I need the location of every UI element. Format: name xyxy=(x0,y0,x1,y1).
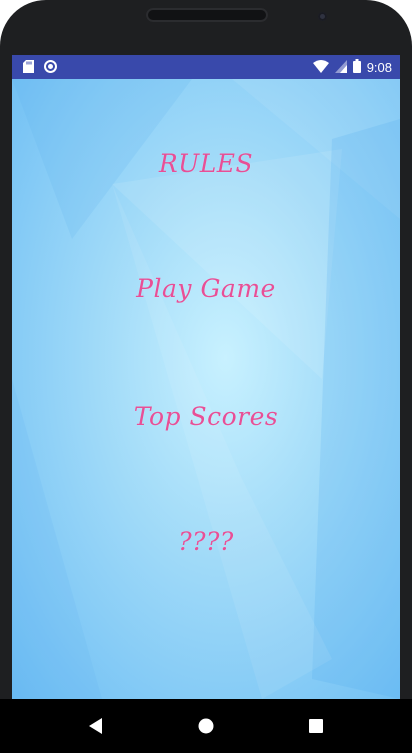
phone-frame: 9:08 RULES Play Game Top Scores ???? xyxy=(0,0,412,753)
sync-icon xyxy=(44,60,57,76)
clock-time: 9:08 xyxy=(366,59,392,75)
navigation-bar xyxy=(0,699,412,753)
main-menu-background: RULES Play Game Top Scores ???? xyxy=(12,79,400,699)
mystery-button[interactable]: ???? xyxy=(12,527,400,556)
sd-card-icon xyxy=(23,60,34,76)
status-bar: 9:08 xyxy=(12,55,400,79)
speaker-grille xyxy=(146,8,268,22)
wifi-icon xyxy=(312,59,329,76)
back-icon[interactable] xyxy=(83,713,109,739)
recents-icon[interactable] xyxy=(303,713,329,739)
battery-icon xyxy=(352,59,361,76)
home-icon[interactable] xyxy=(193,713,219,739)
front-camera xyxy=(318,12,327,21)
rules-button[interactable]: RULES xyxy=(12,149,400,178)
screen: 9:08 RULES Play Game Top Scores ???? xyxy=(12,55,400,699)
top-scores-button[interactable]: Top Scores xyxy=(12,402,400,431)
play-game-button[interactable]: Play Game xyxy=(12,274,400,303)
signal-icon xyxy=(334,59,347,76)
